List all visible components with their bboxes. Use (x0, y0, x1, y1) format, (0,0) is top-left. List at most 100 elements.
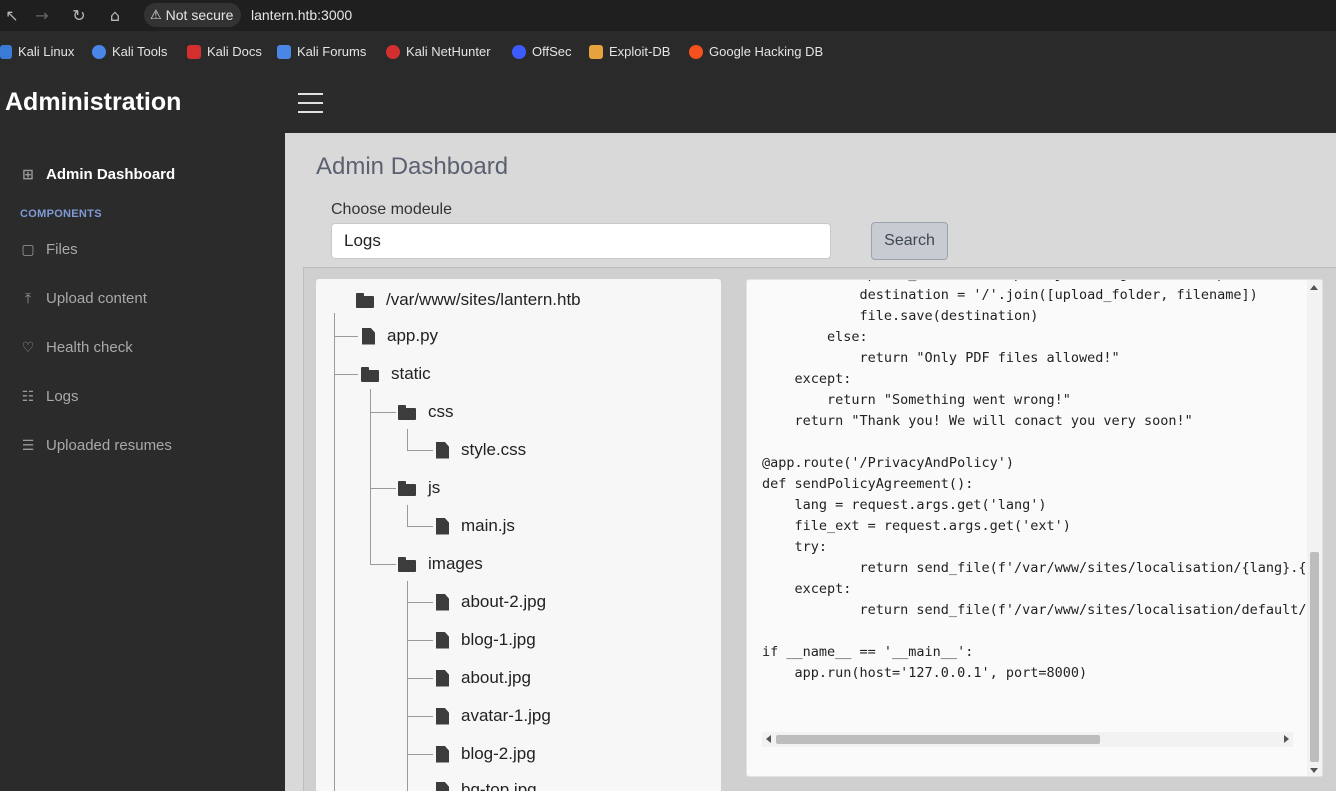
scroll-thumb[interactable] (1310, 552, 1319, 762)
tree-connector (407, 429, 408, 450)
grid-icon: ⊞ (22, 166, 34, 183)
tree-node-label: images (428, 554, 483, 573)
heart-pulse-icon: ♡ (21, 339, 35, 356)
horizontal-scrollbar[interactable] (762, 732, 1293, 747)
sidebar: ⊞ Admin Dashboard COMPONENTS ▢ Files ⤒ U… (0, 133, 285, 791)
tree-connector (370, 389, 371, 565)
search-button[interactable]: Search (871, 222, 948, 260)
tree-file[interactable]: about-2.jpg (436, 592, 546, 612)
folder-icon: ▢ (21, 241, 35, 258)
tree-folder[interactable]: css (398, 402, 454, 422)
bookmark-google-hacking-db[interactable]: Google Hacking DB (689, 44, 823, 59)
file-icon (362, 327, 375, 345)
module-label: Choose modeule (331, 201, 452, 218)
url-field[interactable]: lantern.htb:3000 (251, 7, 352, 23)
bookmark-exploit-db[interactable]: Exploit-DB (589, 44, 670, 59)
page-title: Admin Dashboard (316, 153, 509, 180)
kali-linux-icon (0, 44, 12, 59)
bookmark-offsec[interactable]: OffSec (512, 44, 572, 59)
file-icon (436, 441, 449, 459)
scroll-down-icon[interactable] (1310, 768, 1318, 773)
tree-node-label: static (391, 364, 431, 383)
reload-icon[interactable]: ↻ (67, 4, 91, 26)
tree-file[interactable]: app.py (362, 326, 438, 346)
bookmark-label: Kali NetHunter (406, 44, 491, 59)
tree-connector (407, 450, 433, 451)
vertical-scrollbar[interactable] (1307, 280, 1322, 776)
bookmark-kali-tools[interactable]: Kali Tools (92, 44, 167, 59)
kali-forums-icon (277, 44, 291, 59)
menu-toggle-icon[interactable] (298, 93, 323, 113)
tree-root[interactable]: /var/www/sites/lantern.htb (356, 290, 581, 310)
sidebar-heading: COMPONENTS (20, 208, 102, 220)
scroll-up-icon[interactable] (1310, 285, 1318, 290)
folder-icon (398, 556, 416, 572)
offsec-icon (512, 44, 526, 59)
tree-folder[interactable]: static (361, 364, 431, 384)
bookmark-label: Exploit-DB (609, 44, 671, 59)
sidebar-item-files[interactable]: ▢ Files (20, 241, 77, 258)
file-icon (436, 707, 449, 725)
scroll-left-icon[interactable] (766, 735, 771, 743)
tree-node-label: about-2.jpg (461, 592, 547, 611)
tree-file[interactable]: style.css (436, 440, 526, 460)
tree-connector (407, 678, 433, 679)
forward-icon[interactable]: → (30, 4, 54, 26)
tree-file[interactable]: blog-2.jpg (436, 744, 536, 764)
sidebar-item-upload-content[interactable]: ⤒ Upload content (20, 290, 147, 307)
file-tree: /var/www/sites/lantern.htb app.py static… (316, 279, 721, 791)
file-icon (436, 781, 449, 791)
sidebar-item-label: Uploaded resumes (46, 437, 172, 454)
home-icon[interactable]: ⌂ (103, 4, 127, 26)
clipboard-icon: ☷ (21, 388, 35, 405)
tree-connector (370, 564, 396, 565)
sidebar-item-logs[interactable]: ☷ Logs (20, 388, 79, 405)
tree-connector (407, 754, 433, 755)
tree-node-label: blog-1.jpg (461, 630, 536, 649)
security-indicator[interactable]: ⚠ Not secure (144, 3, 242, 27)
scroll-right-icon[interactable] (1284, 735, 1289, 743)
sidebar-item-label: Admin Dashboard (46, 166, 176, 183)
folder-icon (398, 404, 416, 420)
bookmark-kali-docs[interactable]: Kali Docs (187, 44, 262, 59)
bookmark-label: Kali Linux (18, 44, 75, 59)
bookmark-label: OffSec (532, 44, 572, 59)
document-list-icon: ☰ (21, 437, 35, 454)
exploit-db-icon (589, 44, 603, 59)
bookmark-kali-nethunter[interactable]: Kali NetHunter (386, 44, 491, 59)
browser-toolbar: ↖ → ↻ ⌂ ⚠ Not secure lantern.htb:3000 (0, 0, 1336, 31)
tree-node-label: blog-2.jpg (461, 744, 536, 763)
scroll-thumb[interactable] (776, 735, 1100, 744)
kali-tools-icon (92, 44, 106, 59)
sidebar-item-admin-dashboard[interactable]: ⊞ Admin Dashboard (20, 166, 175, 183)
file-icon (436, 631, 449, 649)
code-viewer[interactable]: upload_folder = os.path.join(os.getcwd()… (746, 279, 1323, 777)
tree-connector (407, 602, 433, 603)
tree-connector (334, 313, 335, 791)
tree-file[interactable]: bg-top.jpg (436, 780, 537, 791)
kali-docs-icon (187, 44, 201, 59)
folder-icon (356, 292, 374, 308)
warning-icon: ⚠ (150, 7, 162, 23)
tree-file[interactable]: about.jpg (436, 668, 531, 688)
file-icon (436, 593, 449, 611)
bookmark-label: Kali Tools (112, 44, 168, 59)
tree-node-label: style.css (461, 440, 527, 459)
tree-node-label: css (428, 402, 454, 421)
module-input[interactable] (331, 223, 831, 259)
tree-folder[interactable]: images (398, 554, 483, 574)
bookmarks-bar: Kali Linux Kali Tools Kali Docs Kali For… (0, 31, 1336, 72)
tree-connector (334, 336, 358, 337)
tree-file[interactable]: avatar-1.jpg (436, 706, 551, 726)
file-icon (436, 517, 449, 535)
sidebar-item-uploaded-resumes[interactable]: ☰ Uploaded resumes (20, 437, 172, 454)
tree-node-label: /var/www/sites/lantern.htb (386, 290, 581, 309)
sidebar-item-health-check[interactable]: ♡ Health check (20, 339, 133, 356)
main-content: Admin Dashboard Choose modeule Search /v… (285, 133, 1336, 791)
bookmark-kali-linux[interactable]: Kali Linux (0, 44, 74, 59)
tree-folder[interactable]: js (398, 478, 440, 498)
tree-file[interactable]: main.js (436, 516, 515, 536)
tree-file[interactable]: blog-1.jpg (436, 630, 536, 650)
bookmark-kali-forums[interactable]: Kali Forums (277, 44, 366, 59)
tree-connector (407, 640, 433, 641)
